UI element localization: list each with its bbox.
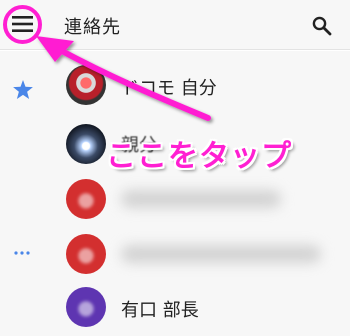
annotation-label: ここをタップ <box>106 139 292 174</box>
menu-button[interactable] <box>0 0 46 50</box>
contact-row[interactable]: ドコモ 自分 <box>0 51 350 108</box>
search-icon <box>312 16 332 36</box>
avatar-initial: ● <box>77 242 95 266</box>
contact-avatar: ● <box>66 287 106 327</box>
avatar-initial: ● <box>77 295 95 319</box>
contact-row[interactable]: ● 有口 部長 <box>0 275 350 332</box>
redacted-name <box>121 190 281 208</box>
highlight-circle <box>3 5 42 44</box>
avatar-initial: ● <box>77 187 95 211</box>
redacted-name <box>121 245 321 263</box>
contact-avatar: ● <box>66 179 106 219</box>
app-bar: 連絡先 <box>0 0 350 50</box>
contact-name: ドコモ 自分 <box>121 78 217 99</box>
contact-avatar <box>66 65 106 105</box>
contact-list: ドコモ 自分 親分 ● ● ● 有口 部長 <box>0 51 350 336</box>
contact-avatar <box>66 124 106 164</box>
contact-name: 有口 部長 <box>121 300 199 321</box>
page-title: 連絡先 <box>64 17 121 38</box>
contact-avatar: ● <box>66 234 106 274</box>
search-button[interactable] <box>305 8 339 42</box>
contact-row[interactable]: ● <box>0 220 350 277</box>
